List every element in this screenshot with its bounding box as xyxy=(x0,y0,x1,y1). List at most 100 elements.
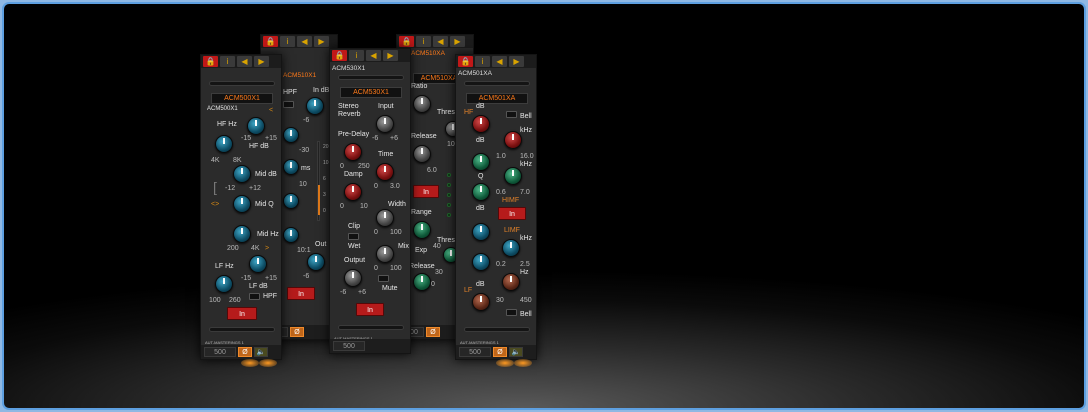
module-footer: 500 xyxy=(330,339,410,353)
input-knob[interactable] xyxy=(376,115,394,133)
lf-hz-label: LF Hz xyxy=(215,263,234,270)
in-button[interactable]: In xyxy=(356,303,384,316)
lock-icon[interactable]: 🔒 xyxy=(458,56,473,67)
hf-khz-knob[interactable] xyxy=(504,131,522,149)
bracket-icon: [ xyxy=(213,179,217,195)
prev-icon[interactable]: ◀ xyxy=(366,50,381,61)
time-knob[interactable] xyxy=(376,163,394,181)
next-icon[interactable]: ▶ xyxy=(450,36,465,47)
stereo-label: Stereo xyxy=(338,103,359,110)
mid-4k-label: 4K xyxy=(251,245,260,252)
mid-p12-label: +12 xyxy=(249,185,261,192)
info-icon[interactable]: i xyxy=(220,56,235,67)
mid-200-label: 200 xyxy=(227,245,239,252)
prev-icon[interactable]: ◀ xyxy=(237,56,252,67)
phase-glow xyxy=(496,359,514,367)
lock-icon[interactable]: 🔒 xyxy=(263,36,278,47)
pd250-label: 250 xyxy=(358,163,370,170)
release2-knob[interactable] xyxy=(413,273,431,291)
promo-frame: 🔒 i ◀ ▶ ACM510X1 HPF In dB -6 -30 ms 10 … xyxy=(2,2,1086,410)
release-knob[interactable] xyxy=(413,145,431,163)
himf-q-knob[interactable] xyxy=(472,183,490,201)
output-knob[interactable] xyxy=(344,269,362,287)
himf-db-knob[interactable] xyxy=(472,153,490,171)
mute-button[interactable]: 🔈 xyxy=(254,347,268,357)
range-knob[interactable] xyxy=(413,221,431,239)
lf-m15-label: -15 xyxy=(241,275,252,282)
phase-button[interactable]: Ø xyxy=(426,327,440,337)
predelay-knob[interactable] xyxy=(344,143,362,161)
lf-bell-switch[interactable] xyxy=(506,309,517,316)
phase-button[interactable]: Ø xyxy=(493,347,507,357)
lock-icon[interactable]: 🔒 xyxy=(203,56,218,67)
hf-db-knob[interactable] xyxy=(247,117,265,135)
lock-icon[interactable]: 🔒 xyxy=(399,36,414,47)
lf-db-knob[interactable] xyxy=(472,293,490,311)
phase-glow xyxy=(241,359,259,367)
himf-khz-knob[interactable] xyxy=(504,167,522,185)
mute-button[interactable]: 🔈 xyxy=(509,347,523,357)
meter-10: 10 xyxy=(323,160,329,166)
width-label: Width xyxy=(388,201,406,208)
module-label: ACM500X1 xyxy=(207,106,238,112)
lf-hz-knob[interactable] xyxy=(215,275,233,293)
mix-knob[interactable] xyxy=(376,245,394,263)
f160-label: 16.0 xyxy=(520,153,534,160)
lf-db-knob[interactable] xyxy=(249,255,267,273)
hf-hz-knob[interactable] xyxy=(215,135,233,153)
hf-8k-label: 8K xyxy=(233,157,242,164)
gr-led-3 xyxy=(447,193,451,197)
output-label: Output xyxy=(344,257,366,264)
mute-switch[interactable] xyxy=(378,275,389,282)
gain-knob[interactable] xyxy=(283,227,299,243)
hf-label: HF xyxy=(464,109,474,116)
ratio-knob[interactable] xyxy=(413,95,431,113)
f25-label: 2.5 xyxy=(520,261,530,268)
next-icon[interactable]: ▶ xyxy=(383,50,398,61)
limf-khz-knob[interactable] xyxy=(502,239,520,257)
info-icon[interactable]: i xyxy=(416,36,431,47)
in-db-knob[interactable] xyxy=(306,97,324,115)
limf-q-knob[interactable] xyxy=(472,253,490,271)
ratio-label: 10:1 xyxy=(297,247,311,254)
input-label: Input xyxy=(378,103,394,110)
clip-led xyxy=(348,233,359,240)
out-knob[interactable] xyxy=(307,253,325,271)
mid-bell-icon: <> xyxy=(211,201,220,208)
prev-icon[interactable]: ◀ xyxy=(492,56,507,67)
in-button[interactable]: In xyxy=(287,287,315,300)
prev-icon[interactable]: ◀ xyxy=(433,36,448,47)
info-icon[interactable]: i xyxy=(349,50,364,61)
release-knob[interactable] xyxy=(283,159,299,175)
hf-db-knob[interactable] xyxy=(472,115,490,133)
phase-button[interactable]: Ø xyxy=(238,347,252,357)
next-icon[interactable]: ▶ xyxy=(254,56,269,67)
prev-icon[interactable]: ◀ xyxy=(297,36,312,47)
hf-bell-switch[interactable] xyxy=(506,111,517,118)
next-icon[interactable]: ▶ xyxy=(509,56,524,67)
db-label-4: dB xyxy=(476,281,485,288)
module-header: ACM530X1 xyxy=(332,65,366,72)
attack-knob[interactable] xyxy=(283,127,299,143)
in-button[interactable]: In xyxy=(413,185,439,198)
damp-knob[interactable] xyxy=(344,183,362,201)
lock-icon[interactable]: 🔒 xyxy=(332,50,347,61)
next-icon[interactable]: ▶ xyxy=(314,36,329,47)
lf-hz-knob[interactable] xyxy=(502,273,520,291)
hf-db-label: HF dB xyxy=(249,143,269,150)
khz-label-b: kHz xyxy=(520,161,533,168)
mid-q-knob[interactable] xyxy=(233,195,251,213)
width-knob[interactable] xyxy=(376,209,394,227)
limf-db-knob[interactable] xyxy=(472,223,490,241)
phase-button[interactable]: Ø xyxy=(290,327,304,337)
in-button[interactable]: In xyxy=(227,307,257,320)
module-header: ACM501XA xyxy=(458,70,492,77)
mid-hz-knob[interactable] xyxy=(233,225,251,243)
ratio-knob[interactable] xyxy=(283,193,299,209)
in-button[interactable]: In xyxy=(498,207,526,220)
info-icon[interactable]: i xyxy=(280,36,295,47)
hpf-switch[interactable] xyxy=(249,293,260,300)
info-icon[interactable]: i xyxy=(475,56,490,67)
mid-db-knob[interactable] xyxy=(233,165,251,183)
hpf-switch[interactable] xyxy=(283,101,294,108)
